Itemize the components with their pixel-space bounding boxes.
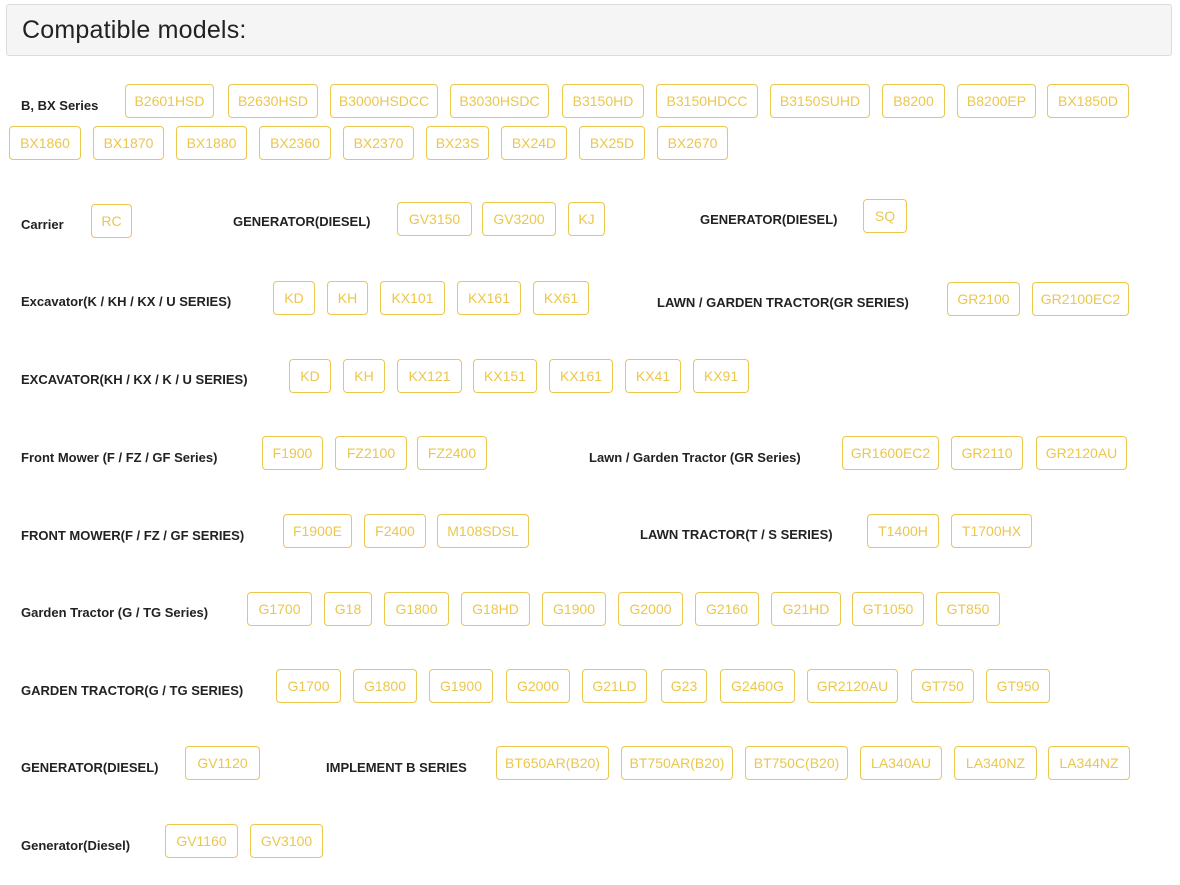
model-chip[interactable]: BX24D [501,126,567,160]
model-chip[interactable]: GV3150 [397,202,472,236]
model-chip[interactable]: BT750C(B20) [745,746,848,780]
model-chip[interactable]: GT750 [911,669,974,703]
model-chip[interactable]: KX161 [549,359,613,393]
model-chip[interactable]: GR1600EC2 [842,436,939,470]
series-label-b-bx: B, BX Series [21,98,99,113]
model-chip[interactable]: G2000 [618,592,683,626]
series-label-lawnt: LAWN TRACTOR(T / S SERIES) [640,527,833,542]
model-chip[interactable]: G2160 [695,592,759,626]
model-chip[interactable]: T1700HX [951,514,1032,548]
model-chip[interactable]: KX61 [533,281,589,315]
series-label-carrier: Carrier [21,217,64,232]
series-label-lawn1: LAWN / GARDEN TRACTOR(GR SERIES) [657,295,909,310]
model-chip[interactable]: KD [289,359,331,393]
series-label-garden2: GARDEN TRACTOR(G / TG SERIES) [21,683,244,698]
model-chip[interactable]: FZ2100 [335,436,407,470]
page-title: Compatible models: [22,16,247,44]
model-chip[interactable]: BX1860 [9,126,81,160]
model-chip[interactable]: RC [91,204,132,238]
model-chip[interactable]: KX91 [693,359,749,393]
model-chip[interactable]: G18 [324,592,372,626]
series-label-front1: Front Mower (F / FZ / GF Series) [21,450,218,465]
model-chip[interactable]: GR2120AU [807,669,898,703]
model-chip[interactable]: LA344NZ [1048,746,1130,780]
series-label-gen4: Generator(Diesel) [21,838,131,853]
model-chip[interactable]: BX1880 [176,126,247,160]
model-chip[interactable]: BX25D [579,126,645,160]
model-chip[interactable]: KX161 [457,281,521,315]
model-chip[interactable]: G23 [661,669,707,703]
model-chip[interactable]: GR2100 [947,282,1020,316]
model-chip[interactable]: GR2120AU [1036,436,1127,470]
model-chip[interactable]: KJ [568,202,605,236]
model-chip[interactable]: KX151 [473,359,537,393]
model-chip[interactable]: GV1120 [185,746,260,780]
model-chip[interactable]: GV3200 [482,202,556,236]
model-chip[interactable]: FZ2400 [417,436,487,470]
series-label-impl: IMPLEMENT B SERIES [326,760,467,775]
model-chip[interactable]: GR2110 [951,436,1023,470]
model-chip[interactable]: GT850 [936,592,1000,626]
model-chip[interactable]: KX121 [397,359,462,393]
model-chip[interactable]: B2630HSD [228,84,318,118]
model-chip[interactable]: G1700 [247,592,312,626]
model-chip[interactable]: G1900 [429,669,493,703]
model-chip[interactable]: G1700 [276,669,341,703]
model-chip[interactable]: B2601HSD [125,84,214,118]
model-chip[interactable]: BT750AR(B20) [621,746,733,780]
model-chip[interactable]: BX2370 [343,126,414,160]
model-chip[interactable]: B3030HSDC [450,84,549,118]
model-chip[interactable]: BX2360 [259,126,331,160]
compatible-models-header: Compatible models: [6,4,1172,56]
model-chip[interactable]: B8200 [882,84,945,118]
series-label-gen2: GENERATOR(DIESEL) [700,212,838,227]
model-chip[interactable]: GT950 [986,669,1050,703]
series-label-front2: FRONT MOWER(F / FZ / GF SERIES) [21,528,245,543]
model-chip[interactable]: G2000 [506,669,570,703]
model-chip[interactable]: F2400 [364,514,426,548]
model-chip[interactable]: G18HD [461,592,530,626]
series-label-lawn2: Lawn / Garden Tractor (GR Series) [589,450,801,465]
model-chip[interactable]: KX41 [625,359,681,393]
model-chip[interactable]: LA340AU [860,746,942,780]
model-chip[interactable]: G1900 [542,592,606,626]
model-chip[interactable]: GR2100EC2 [1032,282,1129,316]
model-chip[interactable]: F1900E [283,514,352,548]
series-label-garden1: Garden Tractor (G / TG Series) [21,605,209,620]
model-chip[interactable]: KD [273,281,315,315]
series-label-exc1: Excavator(K / KH / KX / U SERIES) [21,294,232,309]
series-label-exc2: EXCAVATOR(KH / KX / K / U SERIES) [21,372,248,387]
model-chip[interactable]: GT1050 [852,592,924,626]
model-chip[interactable]: GV3100 [250,824,323,858]
series-label-gen1: GENERATOR(DIESEL) [233,214,371,229]
model-chip[interactable]: BX1850D [1047,84,1129,118]
model-chip[interactable]: G2460G [720,669,795,703]
model-chip[interactable]: KX101 [380,281,445,315]
model-chip[interactable]: B3000HSDCC [330,84,438,118]
model-chip[interactable]: B3150HD [562,84,644,118]
model-chip[interactable]: B8200EP [957,84,1036,118]
model-chip[interactable]: BX2670 [657,126,728,160]
model-chip[interactable]: BX1870 [93,126,164,160]
model-chip[interactable]: G21HD [771,592,841,626]
model-chip[interactable]: G21LD [582,669,647,703]
model-chip[interactable]: B3150SUHD [770,84,870,118]
model-chip[interactable]: T1400H [867,514,939,548]
model-chip[interactable]: BT650AR(B20) [496,746,609,780]
model-chip[interactable]: KH [343,359,385,393]
model-chip[interactable]: KH [327,281,368,315]
model-chip[interactable]: BX23S [426,126,489,160]
model-chip[interactable]: M108SDSL [437,514,529,548]
series-label-gen3: GENERATOR(DIESEL) [21,760,159,775]
model-chip[interactable]: G1800 [353,669,417,703]
model-chip[interactable]: LA340NZ [954,746,1037,780]
model-chip[interactable]: B3150HDCC [656,84,758,118]
model-chip[interactable]: GV1160 [165,824,238,858]
model-chip[interactable]: F1900 [262,436,323,470]
model-chip[interactable]: G1800 [384,592,449,626]
model-chip[interactable]: SQ [863,199,907,233]
